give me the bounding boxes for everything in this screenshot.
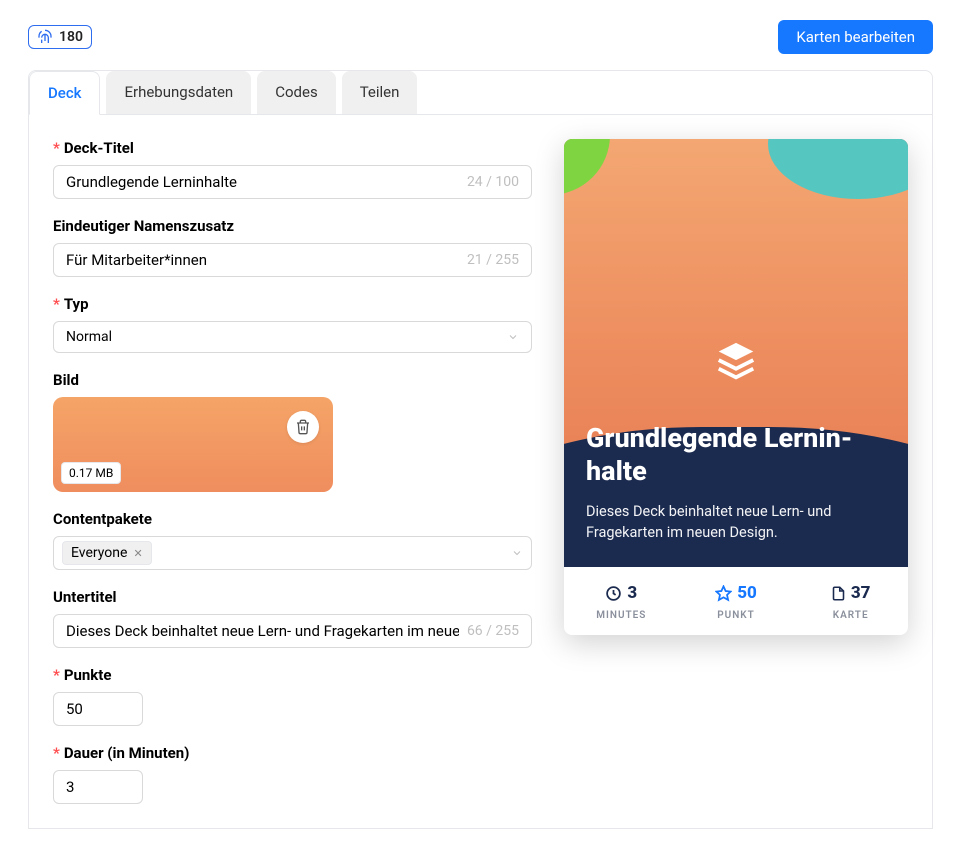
tab-erhebungsdaten[interactable]: Erhebungsdaten: [106, 71, 251, 114]
stat-minutes-value: 3: [627, 583, 637, 603]
contentpack-tag: Everyone ✕: [62, 541, 152, 565]
tab-bar: Deck Erhebungsdaten Codes Teilen: [29, 71, 932, 115]
stat-cards-value: 37: [851, 583, 871, 603]
tab-deck[interactable]: Deck: [29, 71, 100, 115]
stat-minutes-label: MINUTES: [564, 610, 679, 621]
stat-points-value: 50: [737, 583, 757, 603]
delete-image-button[interactable]: [287, 411, 319, 443]
fingerprint-icon: [37, 29, 53, 45]
chevron-down-icon: [511, 547, 523, 559]
stat-cards-label: KARTE: [793, 610, 908, 621]
image-thumbnail[interactable]: 0.17 MB: [53, 397, 333, 492]
chevron-down-icon: [507, 331, 519, 343]
tab-codes[interactable]: Codes: [257, 71, 335, 114]
image-label: Bild: [53, 371, 532, 389]
deck-id-value: 180: [59, 29, 83, 45]
subtitle-counter: 66 / 255: [467, 623, 519, 639]
layers-icon: [564, 339, 908, 385]
file-icon: [831, 585, 846, 602]
star-icon: [715, 585, 732, 602]
deck-title-label: *Deck-Titel: [53, 139, 532, 157]
contentpacks-label: Contentpakete: [53, 510, 532, 528]
clock-icon: [605, 585, 622, 602]
type-select[interactable]: Normal: [53, 321, 532, 353]
subtitle-label: Untertitel: [53, 588, 532, 606]
subtitle-input[interactable]: [66, 622, 459, 640]
edit-cards-button[interactable]: Karten bearbeiten: [778, 20, 933, 54]
points-label: *Punkte: [53, 666, 532, 684]
duration-label: *Dauer (in Minuten): [53, 744, 532, 762]
tab-teilen[interactable]: Teilen: [342, 71, 418, 114]
deck-title-counter: 24 / 100: [467, 174, 519, 190]
unique-suffix-input[interactable]: [66, 251, 459, 269]
unique-suffix-counter: 21 / 255: [467, 252, 519, 268]
remove-tag-button[interactable]: ✕: [133, 547, 142, 560]
points-input[interactable]: [66, 700, 130, 718]
preview-title: Grundlegende Lernin­halte: [586, 422, 886, 487]
type-value: Normal: [66, 329, 112, 345]
deck-title-input[interactable]: [66, 173, 459, 191]
deck-preview-card: Grundlegende Lernin­halte Dieses Deck be…: [564, 139, 908, 635]
image-size: 0.17 MB: [61, 462, 121, 484]
preview-subtitle: Dieses Deck beinhaltet neue Lern- und Fr…: [586, 501, 886, 543]
unique-suffix-label: Eindeutiger Namenszusatz: [53, 217, 532, 235]
duration-input[interactable]: [66, 778, 130, 796]
deck-id-badge: 180: [28, 25, 92, 49]
contentpacks-select[interactable]: Everyone ✕: [53, 536, 532, 570]
stat-points-label: PUNKT: [679, 610, 794, 621]
type-label: *Typ: [53, 295, 532, 313]
trash-icon: [295, 419, 311, 435]
